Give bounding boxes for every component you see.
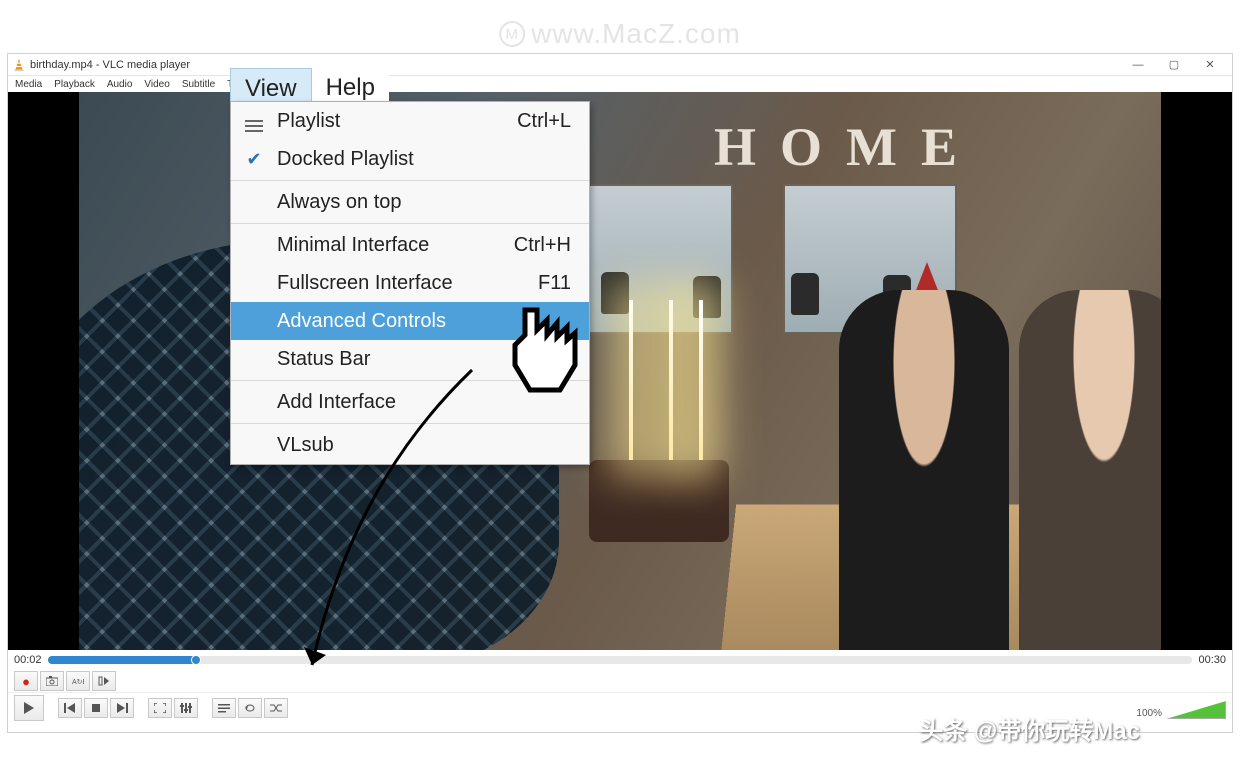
time-current: 00:02	[14, 654, 42, 666]
svg-text:A↻B: A↻B	[72, 679, 84, 686]
extended-settings-button[interactable]	[174, 698, 198, 718]
video-area[interactable]: HOME	[8, 92, 1232, 650]
menu-audio[interactable]: Audio	[102, 79, 138, 90]
dropdown-label: Fullscreen Interface	[277, 272, 453, 295]
skip-next-icon	[116, 703, 128, 713]
play-icon	[23, 701, 35, 715]
record-button[interactable]: ●	[14, 671, 38, 691]
loop-button[interactable]	[238, 698, 262, 718]
frame-step-button[interactable]	[92, 671, 116, 691]
frame-step-icon	[98, 676, 110, 686]
playlist-button[interactable]	[212, 698, 236, 718]
dropdown-label: Playlist	[277, 110, 340, 133]
playlist-icon	[218, 703, 230, 713]
advanced-controls-toolbar: ● A↻B	[8, 670, 1232, 692]
video-sparkler	[699, 300, 703, 460]
dropdown-separator	[231, 180, 589, 181]
shuffle-button[interactable]	[264, 698, 288, 718]
menubar: Media Playback Audio Video Subtitle Tool…	[8, 76, 1232, 92]
watermark-bottom: 头条 @带你玩转Mac	[919, 711, 1140, 746]
timebar: 00:02 00:30	[8, 650, 1232, 670]
seekbar[interactable]	[48, 656, 1193, 664]
fullscreen-button[interactable]	[148, 698, 172, 718]
dropdown-label: Docked Playlist	[277, 148, 414, 171]
list-icon	[243, 120, 265, 122]
shuffle-icon	[270, 703, 282, 713]
time-total: 00:30	[1198, 654, 1226, 666]
volume-slider[interactable]	[1166, 701, 1226, 719]
dropdown-label: Always on top	[277, 191, 402, 214]
dropdown-separator	[231, 223, 589, 224]
watermark-top-text: www.MacZ.com	[531, 18, 741, 50]
fullscreen-icon	[154, 703, 166, 713]
dropdown-item-add-interface[interactable]: Add Interface	[231, 383, 589, 421]
video-lantern	[693, 276, 721, 318]
watermark-top: M www.MacZ.com	[499, 18, 741, 50]
vlc-cone-icon	[12, 58, 26, 72]
dropdown-item-fullscreen-interface[interactable]: Fullscreen Interface F11	[231, 264, 589, 302]
dropdown-item-status-bar[interactable]: Status Bar	[231, 340, 589, 378]
dropdown-shortcut: Ctrl+L	[517, 110, 571, 133]
video-person	[839, 290, 1009, 650]
snapshot-button[interactable]	[40, 671, 64, 691]
seekbar-fill	[48, 656, 197, 664]
dropdown-shortcut: Ctrl+H	[514, 234, 571, 257]
play-button[interactable]	[14, 695, 44, 721]
video-cake	[589, 460, 729, 542]
minimize-button[interactable]: —	[1120, 55, 1156, 75]
maximize-button[interactable]: ▢	[1156, 55, 1192, 75]
volume-label: 100%	[1136, 708, 1162, 719]
menu-subtitle[interactable]: Subtitle	[177, 79, 220, 90]
video-sparkler	[629, 300, 633, 460]
titlebar: birthday.mp4 - VLC media player — ▢ ✕	[8, 54, 1232, 76]
dropdown-item-advanced-controls[interactable]: Advanced Controls	[231, 302, 589, 340]
stop-button[interactable]	[84, 698, 108, 718]
loop-icon	[244, 703, 256, 713]
dropdown-separator	[231, 423, 589, 424]
dropdown-item-minimal-interface[interactable]: Minimal Interface Ctrl+H	[231, 226, 589, 264]
video-sparkler	[669, 300, 673, 460]
dropdown-label: Status Bar	[277, 348, 370, 371]
next-button[interactable]	[110, 698, 134, 718]
view-dropdown: Playlist Ctrl+L ✔ Docked Playlist Always…	[230, 101, 590, 465]
check-icon: ✔	[243, 149, 265, 170]
video-lantern	[791, 273, 819, 315]
stop-icon	[91, 703, 101, 713]
vlc-window: birthday.mp4 - VLC media player — ▢ ✕ Me…	[7, 53, 1233, 733]
dropdown-shortcut: F11	[538, 272, 571, 295]
dropdown-label: Advanced Controls	[277, 310, 446, 333]
menu-video[interactable]: Video	[139, 79, 174, 90]
dropdown-label: VLsub	[277, 434, 334, 457]
watermark-m-icon: M	[499, 21, 525, 47]
dropdown-label: Add Interface	[277, 391, 396, 414]
video-lantern	[601, 272, 629, 314]
dropdown-label: Minimal Interface	[277, 234, 429, 257]
video-person	[1019, 290, 1161, 650]
skip-previous-icon	[64, 703, 76, 713]
camera-icon	[46, 676, 58, 686]
volume-control: 100%	[1136, 701, 1226, 719]
video-home-text: HOME	[714, 116, 981, 178]
dropdown-separator	[231, 380, 589, 381]
loop-ab-button[interactable]: A↻B	[66, 671, 90, 691]
dropdown-item-always-on-top[interactable]: Always on top	[231, 183, 589, 221]
equalizer-icon	[180, 703, 192, 713]
menu-media[interactable]: Media	[10, 79, 47, 90]
loop-ab-icon: A↻B	[72, 676, 84, 686]
menu-playback[interactable]: Playback	[49, 79, 100, 90]
dropdown-item-playlist[interactable]: Playlist Ctrl+L	[231, 102, 589, 140]
dropdown-item-vlsub[interactable]: VLsub	[231, 426, 589, 464]
previous-button[interactable]	[58, 698, 82, 718]
window-title: birthday.mp4 - VLC media player	[30, 59, 190, 71]
dropdown-item-docked-playlist[interactable]: ✔ Docked Playlist	[231, 140, 589, 178]
seekbar-knob[interactable]	[191, 655, 201, 665]
close-button[interactable]: ✕	[1192, 55, 1228, 75]
